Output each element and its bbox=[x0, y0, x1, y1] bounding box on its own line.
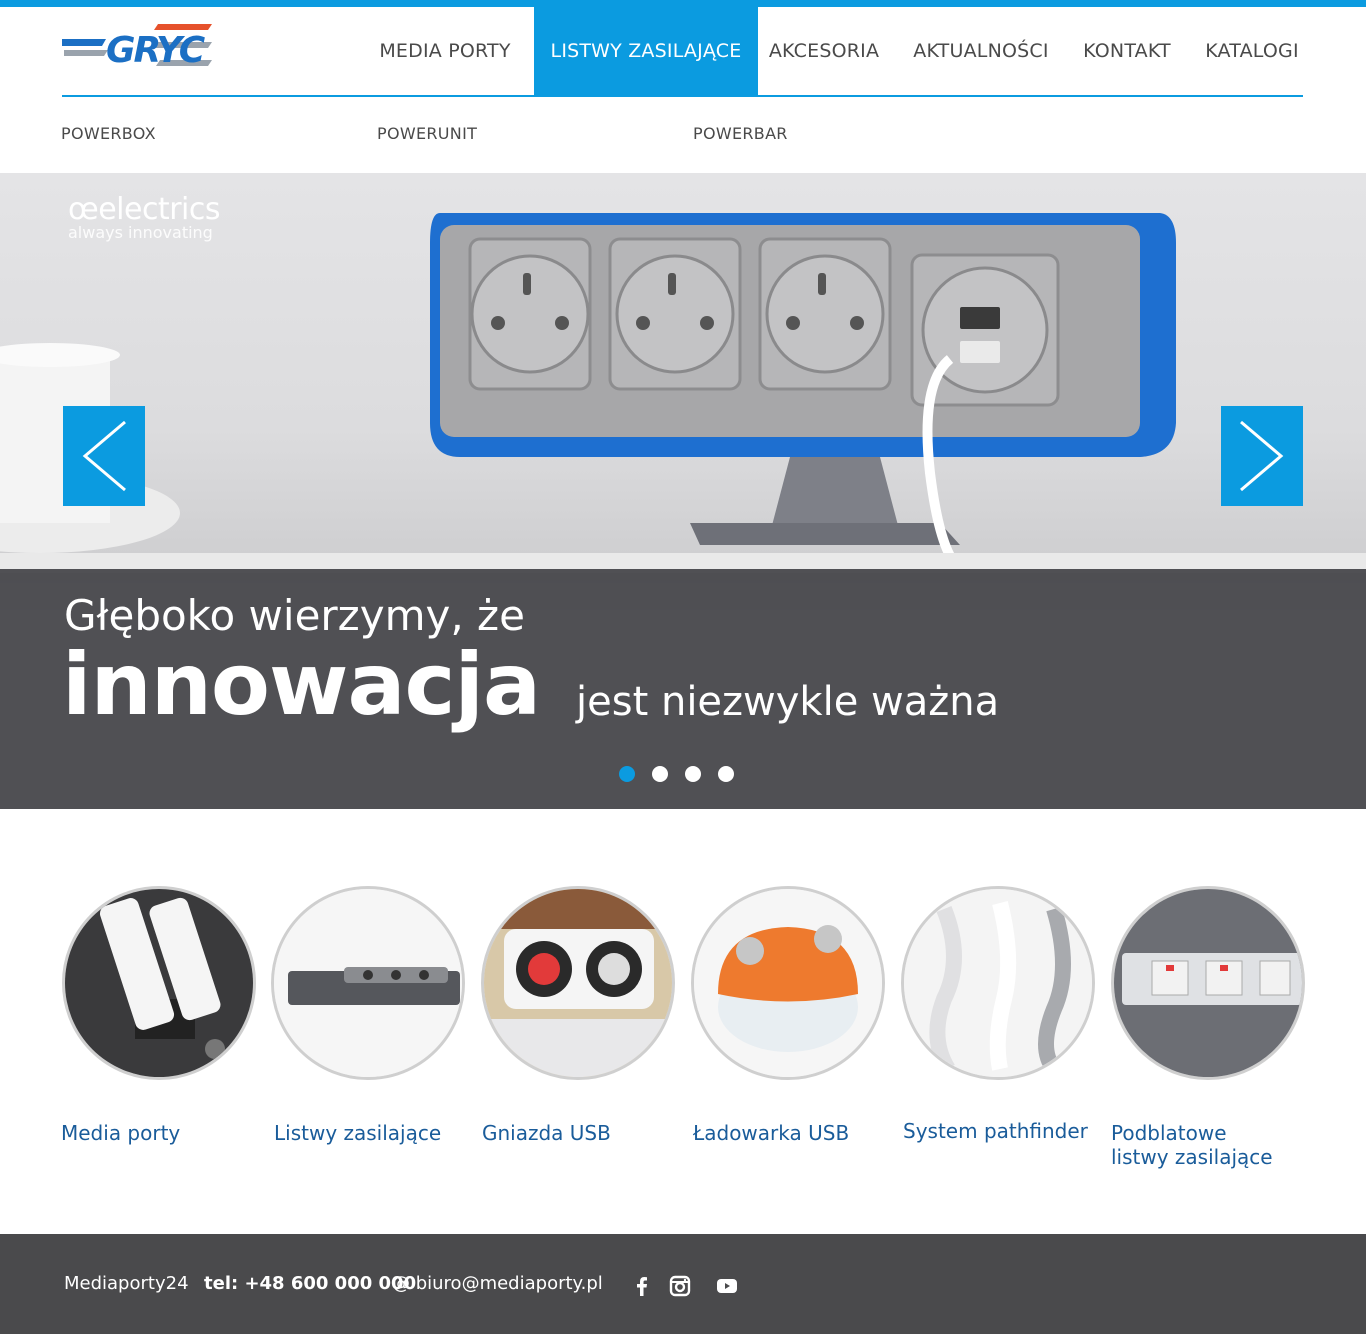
hero-caption-big: innowacja bbox=[62, 635, 541, 735]
category-image-pathfinder[interactable] bbox=[901, 886, 1095, 1080]
nav-media-porty[interactable]: MEDIA PORTY bbox=[364, 7, 526, 95]
submenu-powerbox[interactable]: POWERBOX bbox=[61, 124, 156, 143]
nav-listwy-zasilajace[interactable]: LISTWY ZASILAJĄCE bbox=[534, 7, 758, 95]
main-nav: MEDIA PORTY LISTWY ZASILAJĄCE AKCESORIA … bbox=[364, 7, 1322, 95]
hero-slider: œelectrics always innovating Głęboko wie… bbox=[0, 173, 1366, 809]
hero-brand-tagline: always innovating bbox=[68, 223, 213, 242]
category-image-podblatowe[interactable] bbox=[1111, 886, 1305, 1080]
top-accent-bar bbox=[0, 0, 1366, 7]
category-podblatowe-listwy bbox=[1111, 886, 1307, 1080]
category-label-podblatowe-line2: listwy zasilające bbox=[1111, 1145, 1273, 1169]
category-label-podblatowe[interactable]: Podblatowe listwy zasilające bbox=[1111, 1121, 1273, 1169]
chevron-right-icon bbox=[1240, 420, 1284, 492]
submenu-powerbar[interactable]: POWERBAR bbox=[693, 124, 788, 143]
category-label-listwy[interactable]: Listwy zasilające bbox=[274, 1121, 441, 1145]
category-label-ladowarka-usb[interactable]: Ładowarka USB bbox=[693, 1121, 849, 1145]
footer-company: Mediaporty24 bbox=[64, 1273, 189, 1294]
category-ladowarka-usb bbox=[691, 886, 887, 1080]
nav-katalogi[interactable]: KATALOGI bbox=[1182, 7, 1322, 95]
slider-dots bbox=[619, 766, 734, 782]
slider-dot-3[interactable] bbox=[685, 766, 701, 782]
category-label-gniazda-usb[interactable]: Gniazda USB bbox=[482, 1121, 611, 1145]
category-image-listwy[interactable] bbox=[271, 886, 465, 1080]
category-image-media-porty[interactable] bbox=[62, 886, 256, 1080]
hero-brand-mark: œelectrics always innovating bbox=[68, 192, 221, 242]
nav-aktualnosci[interactable]: AKTUALNOŚCI bbox=[890, 7, 1072, 95]
hero-brand-name: œelectrics bbox=[68, 192, 221, 227]
category-system-pathfinder bbox=[901, 886, 1097, 1080]
category-label-podblatowe-line1: Podblatowe bbox=[1111, 1121, 1227, 1145]
category-image-ladowarka[interactable] bbox=[691, 886, 885, 1080]
slider-prev-button[interactable] bbox=[63, 406, 145, 506]
submenu-powerunit[interactable]: POWERUNIT bbox=[377, 124, 477, 143]
youtube-icon[interactable] bbox=[715, 1274, 739, 1298]
category-label-pathfinder[interactable]: System pathfinder bbox=[903, 1119, 1088, 1143]
category-listwy-zasilajace bbox=[271, 886, 467, 1080]
slider-dot-2[interactable] bbox=[652, 766, 668, 782]
header-divider bbox=[62, 95, 1303, 97]
nav-kontakt[interactable]: KONTAKT bbox=[1072, 7, 1182, 95]
site-logo[interactable]: GRYC bbox=[62, 22, 212, 72]
slider-dot-1[interactable] bbox=[619, 766, 635, 782]
slider-next-button[interactable] bbox=[1221, 406, 1303, 506]
hero-caption-line1: Głęboko wierzymy, że bbox=[64, 591, 525, 640]
hero-caption-rest: jest niezwykle ważna bbox=[576, 679, 1000, 725]
category-media-porty bbox=[62, 886, 258, 1080]
category-label-media-porty[interactable]: Media porty bbox=[61, 1121, 180, 1145]
footer-email[interactable]: @ biuro@mediaporty.pl bbox=[392, 1273, 603, 1294]
footer-phone[interactable]: tel: +48 600 000 000 bbox=[204, 1273, 416, 1294]
nav-akcesoria[interactable]: AKCESORIA bbox=[758, 7, 890, 95]
logo-text: GRYC bbox=[106, 30, 206, 71]
instagram-icon[interactable] bbox=[668, 1274, 692, 1298]
facebook-icon[interactable] bbox=[630, 1274, 654, 1298]
chevron-left-icon bbox=[82, 420, 126, 492]
category-gniazda-usb bbox=[481, 886, 677, 1080]
category-image-gniazda-usb[interactable] bbox=[481, 886, 675, 1080]
slider-dot-4[interactable] bbox=[718, 766, 734, 782]
